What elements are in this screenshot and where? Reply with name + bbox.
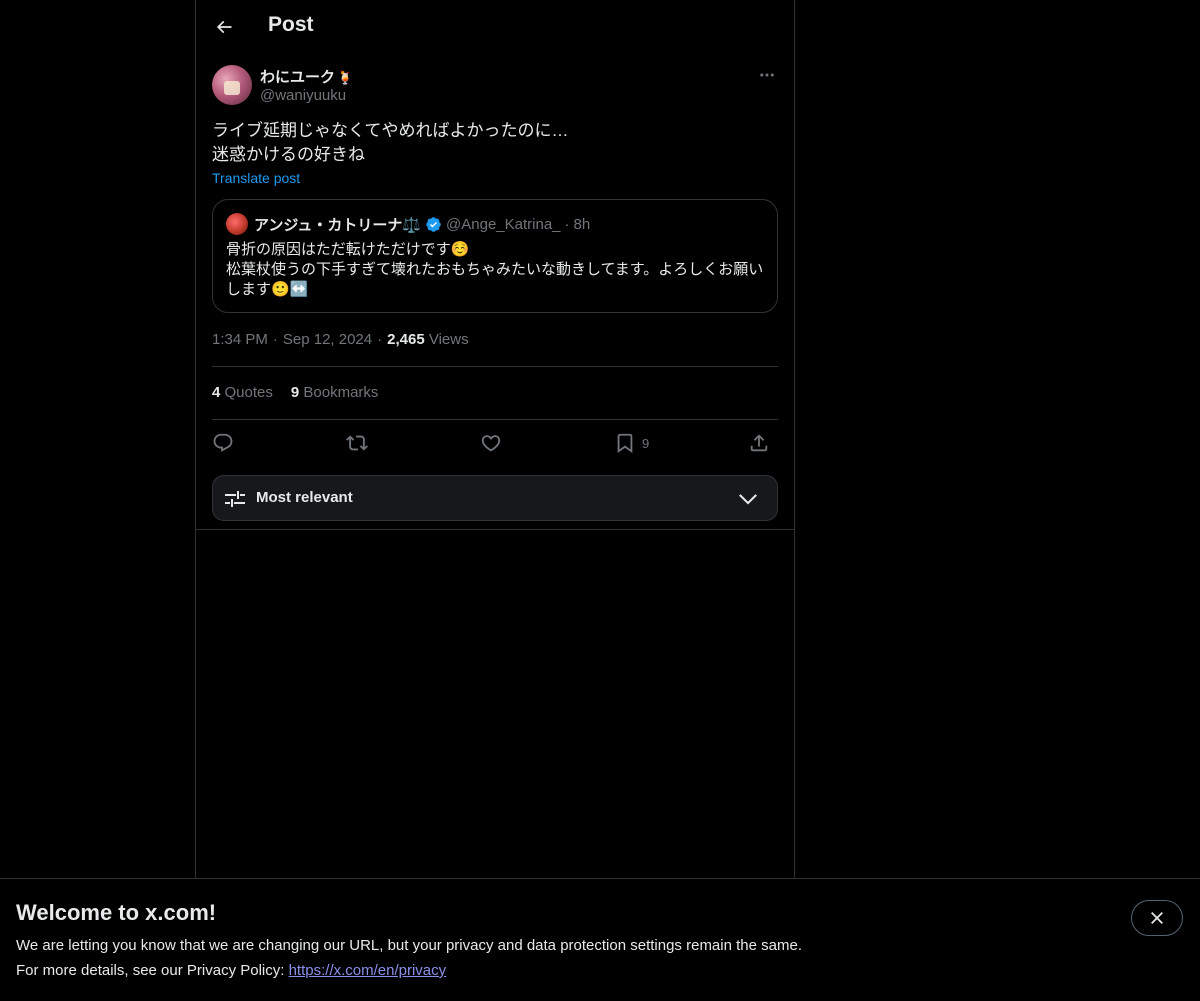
divider (212, 419, 778, 420)
like-icon (481, 435, 501, 452)
top-bar: Post (196, 0, 794, 53)
author-name-text: わにユーク (260, 69, 336, 86)
bookmarks-label: Bookmarks (303, 384, 379, 401)
more-options-button[interactable] (756, 64, 778, 86)
chevron-down-icon (739, 494, 757, 505)
banner-close-button[interactable] (1131, 900, 1183, 936)
close-icon (1151, 912, 1163, 924)
banner-message: We are letting you know that we are chan… (16, 937, 802, 954)
reply-button[interactable] (212, 430, 234, 456)
post-stats: 4 Quotes 9 Bookmarks (212, 384, 396, 401)
banner-title: Welcome to x.com! (16, 900, 217, 925)
action-bar: 9 (212, 430, 778, 456)
post-text-line: ライブ延期じゃなくてやめればよかったのに… (212, 121, 569, 140)
author-avatar[interactable] (212, 65, 252, 105)
sort-label: Most relevant (256, 489, 353, 506)
back-button[interactable] (208, 11, 240, 43)
separator-dot: · (272, 331, 278, 348)
divider (196, 529, 794, 530)
share-icon (750, 434, 768, 452)
reply-sort-dropdown[interactable]: Most relevant (212, 475, 778, 521)
repost-icon (346, 435, 368, 451)
quoted-text-line: 松葉杖使うの下手すぎて壊れたおもちゃみたいな動きしてます。よろしくお願いします🙂… (226, 261, 764, 298)
separator-dot: · (377, 331, 383, 348)
quoted-post-time: 8h (573, 216, 591, 233)
post-date[interactable]: Sep 12, 2024 (283, 331, 372, 348)
repost-button[interactable] (346, 430, 368, 456)
translate-post-link[interactable]: Translate post (212, 170, 300, 186)
quotes-label: Quotes (224, 384, 273, 401)
author-handle[interactable]: @waniyuuku (260, 87, 346, 104)
share-button[interactable] (748, 430, 770, 456)
views-count: 2,465 (387, 331, 425, 348)
post-text: ライブ延期じゃなくてやめればよかったのに… 迷惑かけるの好きね (212, 119, 778, 167)
quotes-stat[interactable]: 4 Quotes (212, 384, 273, 401)
bookmark-count: 9 (642, 435, 650, 451)
banner-privacy-text: For more details, see our Privacy Policy… (16, 962, 289, 979)
quoted-post-text: 骨折の原因はただ転けただけです☺️ 松葉杖使うの下手すぎて壊れたおもちゃみたいな… (226, 240, 766, 300)
post-author: わにユーク 🍹 @waniyuuku (212, 64, 778, 108)
author-name-emoji: 🍹 (337, 70, 354, 85)
quoted-author-handle: @Ange_Katrina_ (446, 216, 561, 233)
bookmarks-stat[interactable]: 9 Bookmarks (291, 384, 379, 401)
main-column: Post わにユーク 🍹 @waniyuuku ライブ延期じゃなくてやめればよかっ… (195, 0, 795, 878)
bookmark-button[interactable]: 9 (614, 430, 649, 456)
bookmarks-count: 9 (290, 384, 300, 401)
post-metadata: 1:34 PM · Sep 12, 2024 · 2,465 Views (212, 331, 469, 348)
quoted-post[interactable]: アンジュ・カトリーナ⚖️ @Ange_Katrina_ · 8h 骨折の原因はた… (212, 199, 778, 313)
author-display-name[interactable]: わにユーク 🍹 (260, 66, 353, 87)
quoted-text-line: 骨折の原因はただ転けただけです☺️ (226, 241, 470, 258)
divider (212, 366, 778, 367)
views-label: Views (428, 331, 469, 348)
quoted-author-avatar (226, 213, 248, 235)
privacy-policy-link[interactable]: https://x.com/en/privacy (289, 962, 447, 979)
sort-settings-icon (225, 491, 245, 507)
bookmark-icon (617, 433, 633, 454)
url-change-banner: Welcome to x.com! We are letting you kno… (0, 878, 1200, 1001)
like-button[interactable] (480, 430, 502, 456)
verified-badge-icon (425, 216, 442, 233)
banner-privacy-line: For more details, see our Privacy Policy… (16, 962, 446, 979)
quotes-count: 4 (212, 384, 221, 401)
post-time[interactable]: 1:34 PM (212, 331, 268, 348)
reply-icon (213, 433, 233, 452)
more-icon (760, 73, 774, 77)
quoted-author-name: アンジュ・カトリーナ⚖️ (254, 217, 422, 234)
page-title: Post (268, 13, 314, 36)
separator-dot: · (564, 216, 570, 233)
post-text-line: 迷惑かけるの好きね (212, 145, 365, 164)
quoted-post-header: アンジュ・カトリーナ⚖️ @Ange_Katrina_ · 8h (254, 214, 590, 235)
back-arrow-icon (216, 20, 232, 34)
